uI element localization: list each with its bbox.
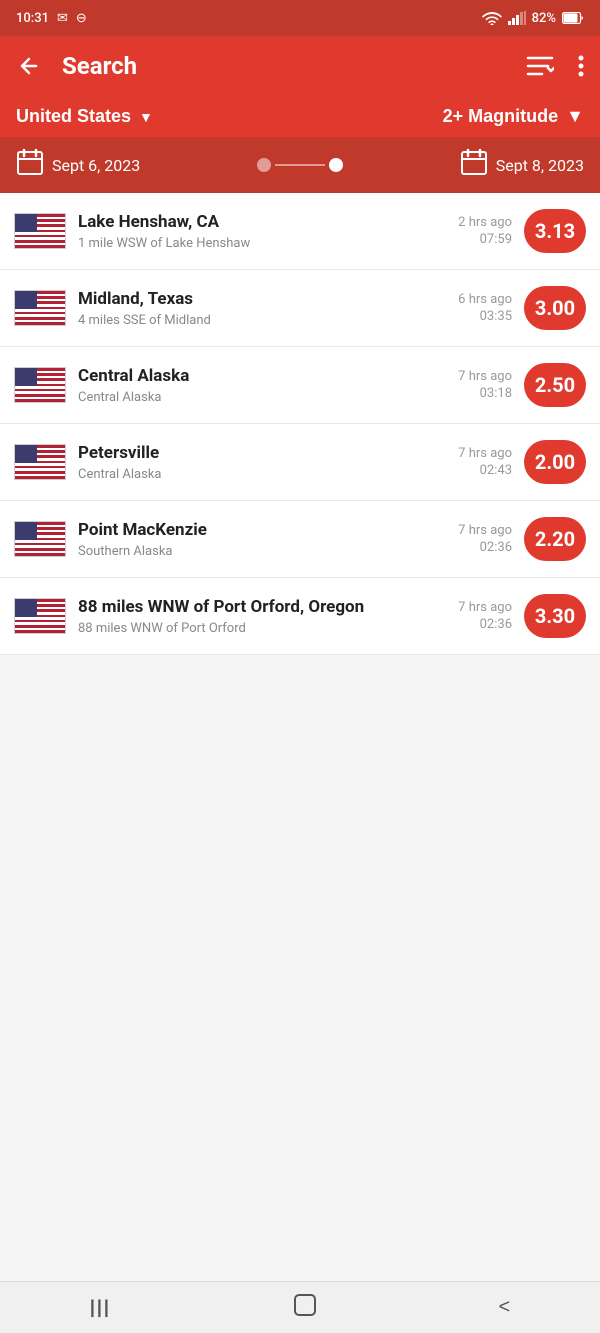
bottom-nav: ||| < [0,1281,600,1333]
earthquake-time-clock: 02:43 [442,463,512,478]
battery-icon [562,11,584,26]
nav-menu-button[interactable]: ||| [90,1297,111,1318]
earthquake-location: Southern Alaska [78,544,430,559]
earthquake-time-clock: 03:18 [442,386,512,401]
earthquake-time: 7 hrs ago 03:18 [442,369,512,401]
earthquake-item[interactable]: Point MacKenzie Southern Alaska 7 hrs ag… [0,501,600,578]
earthquake-info: Central Alaska Central Alaska [78,365,430,405]
start-date: Sept 6, 2023 [16,148,140,182]
magnitude-badge: 2.00 [524,440,586,484]
more-options-button[interactable] [574,50,588,82]
earthquake-name: Petersville [78,442,430,464]
earthquake-time-clock: 02:36 [442,617,512,632]
date-range-slider[interactable] [257,158,343,172]
earthquake-item[interactable]: Petersville Central Alaska 7 hrs ago 02:… [0,424,600,501]
earthquake-time-ago: 2 hrs ago [442,215,512,230]
country-flag [14,367,66,403]
country-chevron-icon: ▼ [139,109,153,125]
earthquake-time: 7 hrs ago 02:43 [442,446,512,478]
calendar-start-icon [16,148,44,182]
email-icon: ✉ [57,11,68,26]
earthquake-item[interactable]: Midland, Texas 4 miles SSE of Midland 6 … [0,270,600,347]
magnitude-badge: 2.50 [524,363,586,407]
earthquake-location: 4 miles SSE of Midland [78,313,430,328]
filter-button[interactable] [522,50,558,82]
earthquake-list: Lake Henshaw, CA 1 mile WSW of Lake Hens… [0,193,600,655]
calendar-end-icon [460,148,488,182]
signal-icon [508,11,526,26]
earthquake-time-ago: 7 hrs ago [442,369,512,384]
earthquake-name: Midland, Texas [78,288,430,310]
magnitude-label: 2+ Magnitude [443,106,559,127]
earthquake-time-ago: 7 hrs ago [442,446,512,461]
earthquake-item[interactable]: Central Alaska Central Alaska 7 hrs ago … [0,347,600,424]
country-flag [14,598,66,634]
earthquake-time-ago: 7 hrs ago [442,523,512,538]
earthquake-location: Central Alaska [78,390,430,405]
country-filter[interactable]: United States ▼ [16,106,153,127]
battery-display: 82% [532,11,556,26]
app-bar: Search [0,36,600,96]
earthquake-time-ago: 7 hrs ago [442,600,512,615]
status-right: 82% [482,11,584,26]
earthquake-name: Lake Henshaw, CA [78,211,430,233]
earthquake-location: Central Alaska [78,467,430,482]
app-bar-icons [522,50,588,82]
slider-start-dot [257,158,271,172]
earthquake-time: 7 hrs ago 02:36 [442,523,512,555]
start-date-text: Sept 6, 2023 [52,156,140,175]
end-date-text: Sept 8, 2023 [496,156,584,175]
country-flag [14,521,66,557]
earthquake-name: 88 miles WNW of Port Orford, Oregon [78,596,430,618]
earthquake-location: 88 miles WNW of Port Orford [78,621,430,636]
earthquake-time-ago: 6 hrs ago [442,292,512,307]
country-label: United States [16,106,131,127]
earthquake-time-clock: 07:59 [442,232,512,247]
earthquake-time: 6 hrs ago 03:35 [442,292,512,324]
earthquake-info: Point MacKenzie Southern Alaska [78,519,430,559]
earthquake-location: 1 mile WSW of Lake Henshaw [78,236,430,251]
earthquake-info: 88 miles WNW of Port Orford, Oregon 88 m… [78,596,430,636]
back-button[interactable] [12,49,46,83]
magnitude-badge: 2.20 [524,517,586,561]
magnitude-filter[interactable]: 2+ Magnitude ▼ [443,106,584,127]
slider-end-dot [329,158,343,172]
magnitude-badge: 3.00 [524,286,586,330]
country-flag [14,444,66,480]
magnitude-badge: 3.13 [524,209,586,253]
nav-home-button[interactable] [291,1291,319,1325]
wifi-icon [482,11,502,26]
earthquake-time-clock: 02:36 [442,540,512,555]
end-date: Sept 8, 2023 [460,148,584,182]
earthquake-item[interactable]: Lake Henshaw, CA 1 mile WSW of Lake Hens… [0,193,600,270]
earthquake-info: Midland, Texas 4 miles SSE of Midland [78,288,430,328]
magnitude-chevron-icon: ▼ [566,106,584,127]
earthquake-name: Point MacKenzie [78,519,430,541]
status-bar: 10:31 ✉ ⊖ 82% [0,0,600,36]
earthquake-info: Lake Henshaw, CA 1 mile WSW of Lake Hens… [78,211,430,251]
earthquake-item[interactable]: 88 miles WNW of Port Orford, Oregon 88 m… [0,578,600,655]
block-icon: ⊖ [76,11,87,26]
status-left: 10:31 ✉ ⊖ [16,11,87,26]
earthquake-name: Central Alaska [78,365,430,387]
slider-line [275,164,325,166]
time-display: 10:31 [16,11,49,26]
nav-back-button[interactable]: < [498,1296,510,1319]
earthquake-time: 7 hrs ago 02:36 [442,600,512,632]
country-flag [14,290,66,326]
filter-bar: United States ▼ 2+ Magnitude ▼ [0,96,600,137]
country-flag [14,213,66,249]
app-title: Search [62,52,522,80]
earthquake-time-clock: 03:35 [442,309,512,324]
earthquake-info: Petersville Central Alaska [78,442,430,482]
earthquake-time: 2 hrs ago 07:59 [442,215,512,247]
date-range-bar: Sept 6, 2023 Sept 8, 2023 [0,137,600,193]
magnitude-badge: 3.30 [524,594,586,638]
